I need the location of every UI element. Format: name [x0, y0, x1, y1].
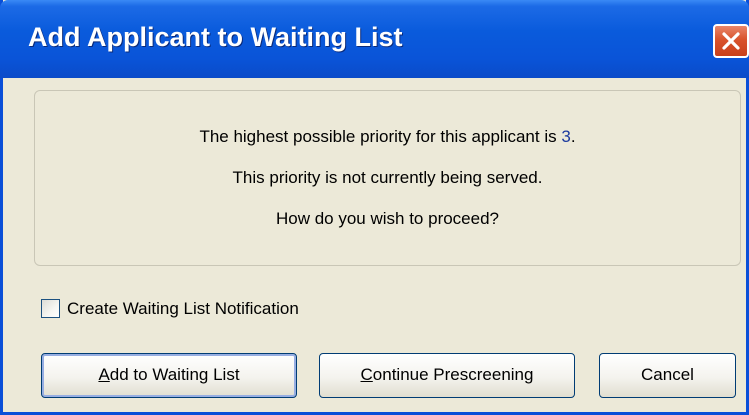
close-icon	[722, 32, 740, 50]
continue-button-label: ontinue Prescreening	[372, 365, 534, 384]
continue-button-mnemonic: C	[360, 365, 373, 384]
title-bar[interactable]: Add Applicant to Waiting List	[0, 0, 749, 78]
cancel-button[interactable]: Cancel	[599, 353, 736, 398]
add-button-mnemonic: A	[98, 365, 110, 384]
continue-prescreening-button[interactable]: Continue Prescreening	[319, 353, 575, 398]
window-title: Add Applicant to Waiting List	[28, 22, 403, 52]
dialog-window: Add Applicant to Waiting List The highes…	[0, 0, 749, 415]
priority-message-prefix: The highest possible priority for this a…	[199, 127, 562, 146]
checkbox-label[interactable]: Create Waiting List Notification	[67, 299, 299, 319]
proceed-question: How do you wish to proceed?	[275, 209, 500, 228]
message-panel: The highest possible priority for this a…	[34, 90, 741, 266]
close-button[interactable]	[713, 24, 749, 58]
add-button-label: dd to Waiting List	[109, 365, 240, 384]
priority-value: 3	[561, 127, 571, 146]
priority-message-suffix: .	[570, 127, 576, 146]
add-to-waiting-list-button[interactable]: Add to Waiting List	[41, 353, 297, 398]
priority-message: The highest possible priority for this a…	[35, 127, 740, 147]
priority-status-message: This priority is not currently being ser…	[232, 168, 543, 187]
checkbox-box[interactable]	[41, 299, 60, 318]
